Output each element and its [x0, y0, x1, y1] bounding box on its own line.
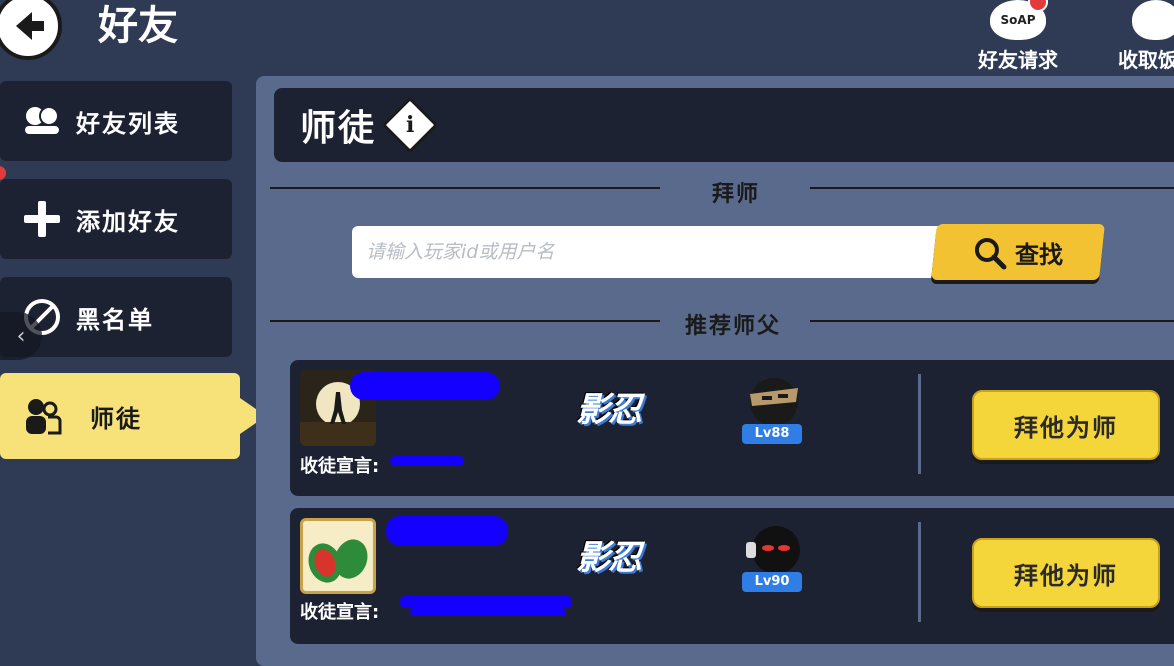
mentor-icon: [20, 394, 64, 438]
plus-icon: [20, 197, 64, 241]
ninja-avatar-icon: [746, 526, 800, 574]
collect-button[interactable]: 收取饭: [1112, 0, 1174, 72]
card-divider: [918, 522, 921, 622]
divider-line: [810, 320, 1174, 322]
motto-label: 收徒宣言:: [300, 602, 380, 623]
redacted-motto: [390, 456, 464, 466]
search-button[interactable]: 查找: [931, 224, 1105, 280]
notification-dot: [1028, 0, 1048, 12]
section-header: 师徒 i: [274, 88, 1174, 162]
chevron-left-icon: ‹: [16, 323, 26, 349]
become-apprentice-button[interactable]: 拜他为师: [972, 390, 1160, 460]
sidebar-item-label: 黑名单: [76, 305, 154, 334]
back-button[interactable]: [0, 0, 62, 60]
become-apprentice-button[interactable]: 拜他为师: [972, 538, 1160, 608]
sidebar-item-mentor[interactable]: 师徒: [0, 373, 240, 459]
search-button-label: 查找: [1015, 240, 1063, 269]
soap-bubble-icon: SoAP: [990, 0, 1048, 40]
sidebar-item-friend-list[interactable]: 好友列表: [0, 81, 232, 161]
sidebar-item-label: 添加好友: [76, 207, 180, 236]
notification-dot: [0, 166, 6, 180]
motto-label: 收徒宣言:: [300, 456, 380, 477]
sidebar-item-label: 师徒: [90, 404, 142, 433]
level-badge: Lv88: [742, 424, 802, 444]
sidebar-item-label: 好友列表: [76, 109, 180, 138]
redacted-name: [386, 516, 508, 546]
search-icon: [975, 237, 1007, 269]
find-master-heading: 拜师: [712, 182, 761, 207]
ninja-avatar-icon: [750, 378, 798, 426]
friend-requests-button[interactable]: SoAP 好友请求: [968, 0, 1068, 72]
mentor-card: 收徒宣言: 影忍 Lv90 拜他为师: [290, 508, 1174, 644]
page-title: 好友: [98, 3, 178, 49]
section-title: 师徒: [300, 108, 377, 149]
avatar[interactable]: [300, 518, 376, 594]
level-badge: Lv90: [742, 572, 802, 592]
friend-requests-label: 好友请求: [978, 48, 1058, 72]
recommended-heading: 推荐师父: [685, 314, 782, 339]
friends-icon: [20, 99, 64, 143]
collect-label: 收取饭: [1118, 48, 1174, 72]
divider-line: [270, 320, 660, 322]
clan-logo: 影忍: [576, 390, 642, 430]
divider-line: [270, 187, 660, 189]
search-input[interactable]: [352, 226, 952, 278]
sidebar-item-add-friend[interactable]: 添加好友: [0, 179, 232, 259]
redacted-name: [350, 372, 500, 400]
redacted-motto: [410, 608, 566, 616]
clan-logo: 影忍: [576, 538, 642, 578]
arrow-left-icon: [16, 12, 44, 40]
mentor-card: 收徒宣言: 影忍 Lv88 拜他为师: [290, 360, 1174, 496]
rice-ball-icon: [1132, 0, 1174, 40]
divider-line: [810, 187, 1174, 189]
card-divider: [918, 374, 921, 474]
redacted-motto: [400, 596, 572, 608]
info-icon[interactable]: i: [381, 96, 439, 154]
